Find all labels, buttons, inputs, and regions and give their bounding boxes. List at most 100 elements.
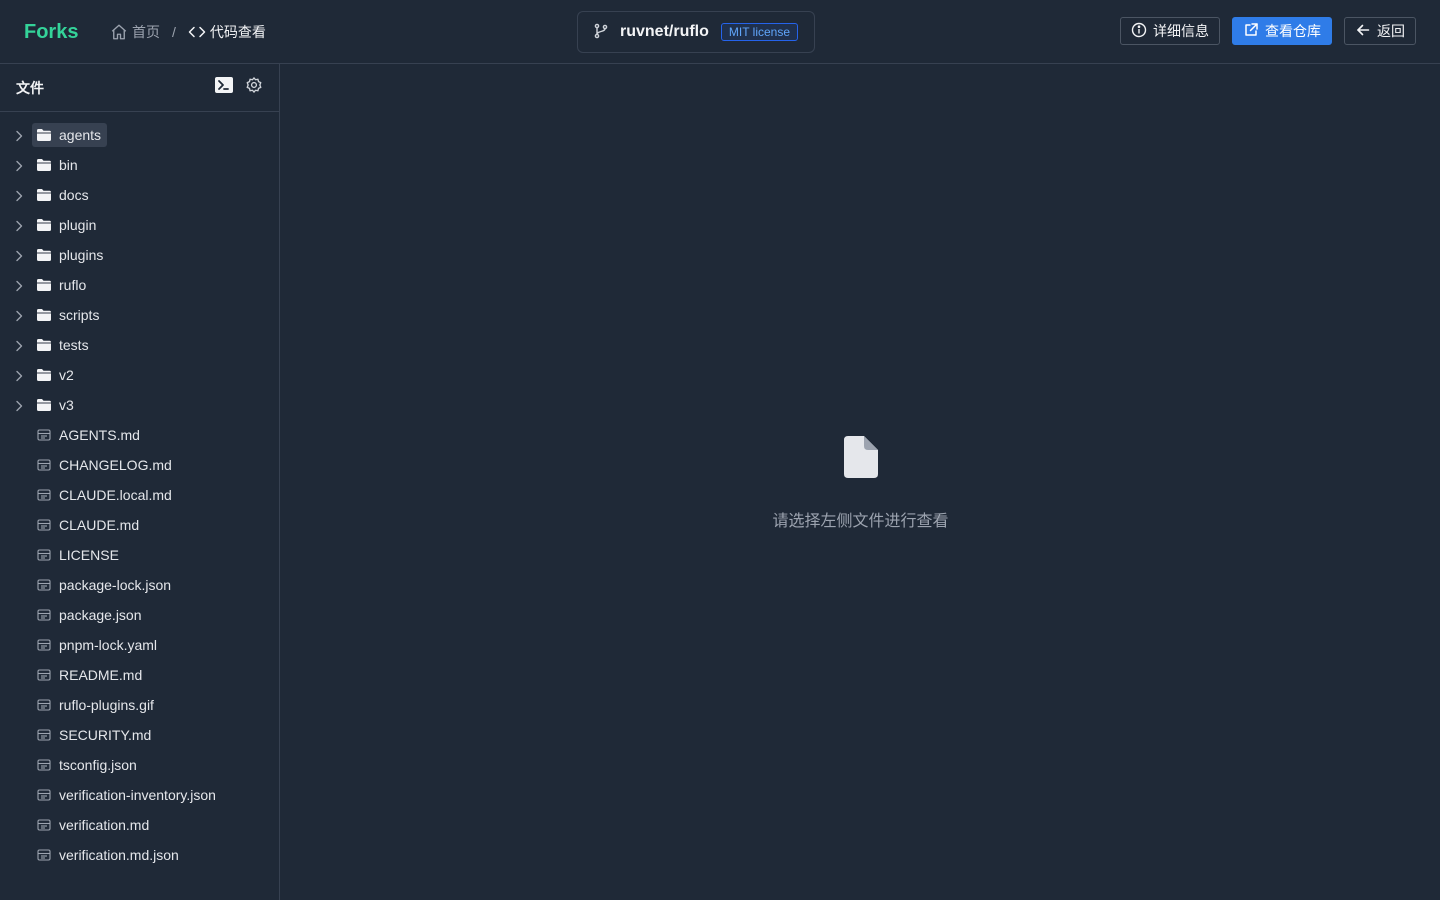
- tree-item-label: agents: [59, 127, 102, 143]
- folder-icon: [37, 249, 51, 261]
- file-item[interactable]: tsconfig.json: [0, 750, 279, 780]
- chevron-right-icon[interactable]: [14, 309, 24, 325]
- chevron-right-icon[interactable]: [14, 399, 24, 415]
- folder-icon: [37, 279, 51, 291]
- folder-item[interactable]: v3: [0, 390, 279, 420]
- file-icon: [37, 789, 51, 801]
- file-item[interactable]: README.md: [0, 660, 279, 690]
- tree-item-content[interactable]: CLAUDE.local.md: [32, 483, 178, 507]
- file-icon: [37, 639, 51, 651]
- folder-item[interactable]: plugins: [0, 240, 279, 270]
- tree-item-content[interactable]: README.md: [32, 663, 148, 687]
- folder-item[interactable]: ruflo: [0, 270, 279, 300]
- tree-item-label: pnpm-lock.yaml: [59, 637, 158, 653]
- tree-item-content[interactable]: CHANGELOG.md: [32, 453, 178, 477]
- tree-item-content[interactable]: scripts: [32, 303, 105, 327]
- arrow-left-icon: [1355, 22, 1371, 41]
- folder-item[interactable]: tests: [0, 330, 279, 360]
- file-item[interactable]: LICENSE: [0, 540, 279, 570]
- file-item[interactable]: CLAUDE.local.md: [0, 480, 279, 510]
- file-icon: [37, 699, 51, 711]
- chevron-right-icon[interactable]: [14, 339, 24, 355]
- chevron-right-icon[interactable]: [14, 129, 24, 145]
- tree-item-content[interactable]: plugin: [32, 213, 102, 237]
- tree-item-content[interactable]: AGENTS.md: [32, 423, 146, 447]
- tree-item-content[interactable]: LICENSE: [32, 543, 125, 567]
- file-icon: [37, 489, 51, 501]
- tree-item-content[interactable]: package-lock.json: [32, 573, 177, 597]
- breadcrumb-home-label: 首页: [132, 24, 160, 40]
- file-item[interactable]: AGENTS.md: [0, 420, 279, 450]
- folder-icon: [37, 369, 51, 381]
- tree-item-content[interactable]: docs: [32, 183, 95, 207]
- chevron-right-icon[interactable]: [14, 219, 24, 235]
- folder-item[interactable]: plugin: [0, 210, 279, 240]
- tree-item-content[interactable]: v2: [32, 363, 80, 387]
- tree-item-label: plugin: [59, 217, 97, 233]
- folder-icon: [37, 399, 51, 411]
- file-item[interactable]: package-lock.json: [0, 570, 279, 600]
- tree-item-content[interactable]: verification.md: [32, 813, 155, 837]
- breadcrumb: 首页 / 代码查看: [110, 22, 266, 42]
- gear-icon[interactable]: [245, 76, 263, 97]
- tree-item-content[interactable]: v3: [32, 393, 80, 417]
- tree-item-content[interactable]: SECURITY.md: [32, 723, 157, 747]
- back-button[interactable]: 返回: [1344, 17, 1416, 45]
- folder-item[interactable]: bin: [0, 150, 279, 180]
- tree-item-label: AGENTS.md: [59, 427, 140, 443]
- tree-item-label: CHANGELOG.md: [59, 457, 172, 473]
- external-link-icon: [1243, 22, 1259, 41]
- chevron-right-icon[interactable]: [14, 369, 24, 385]
- view-repo-button[interactable]: 查看仓库: [1232, 17, 1332, 45]
- file-item[interactable]: verification.md: [0, 810, 279, 840]
- tree-item-content[interactable]: pnpm-lock.yaml: [32, 633, 163, 657]
- tree-item-label: package.json: [59, 607, 142, 623]
- app-logo[interactable]: Forks: [24, 20, 78, 44]
- breadcrumb-home[interactable]: 首页: [110, 22, 160, 42]
- tree-item-content[interactable]: ruflo: [32, 273, 92, 297]
- folder-item[interactable]: docs: [0, 180, 279, 210]
- license-badge: MIT license: [720, 23, 799, 41]
- tree-item-label: package-lock.json: [59, 577, 172, 593]
- tree-item-content[interactable]: plugins: [32, 243, 109, 267]
- tree-item-label: bin: [59, 157, 78, 173]
- file-item[interactable]: CHANGELOG.md: [0, 450, 279, 480]
- chevron-right-icon[interactable]: [14, 249, 24, 265]
- folder-item[interactable]: scripts: [0, 300, 279, 330]
- tree-item-content[interactable]: CLAUDE.md: [32, 513, 145, 537]
- file-item[interactable]: ruflo-plugins.gif: [0, 690, 279, 720]
- folder-item[interactable]: v2: [0, 360, 279, 390]
- tree-item-label: verification.md.json: [59, 847, 179, 863]
- tree-item-content[interactable]: verification-inventory.json: [32, 783, 222, 807]
- file-item[interactable]: package.json: [0, 600, 279, 630]
- tree-item-content[interactable]: verification.md.json: [32, 843, 185, 867]
- tree-item-label: verification-inventory.json: [59, 787, 216, 803]
- file-item[interactable]: CLAUDE.md: [0, 510, 279, 540]
- chevron-right-icon[interactable]: [14, 279, 24, 295]
- tree-item-label: tsconfig.json: [59, 757, 137, 773]
- tree-item-content[interactable]: tsconfig.json: [32, 753, 143, 777]
- folder-icon: [37, 219, 51, 231]
- tree-item-content[interactable]: tests: [32, 333, 95, 357]
- code-icon: [188, 23, 206, 41]
- file-item[interactable]: verification-inventory.json: [0, 780, 279, 810]
- terminal-icon[interactable]: [215, 77, 233, 96]
- info-icon: [1131, 22, 1147, 41]
- tree-item-content[interactable]: ruflo-plugins.gif: [32, 693, 160, 717]
- details-button[interactable]: 详细信息: [1120, 17, 1220, 45]
- chevron-right-icon[interactable]: [14, 189, 24, 205]
- file-item[interactable]: verification.md.json: [0, 840, 279, 870]
- tree-item-content[interactable]: agents: [32, 123, 108, 147]
- folder-item[interactable]: agents: [0, 120, 279, 150]
- folder-icon: [37, 339, 51, 351]
- tree-item-content[interactable]: package.json: [32, 603, 148, 627]
- repo-info: ruvnet/ruflo MIT license: [577, 11, 815, 53]
- file-item[interactable]: pnpm-lock.yaml: [0, 630, 279, 660]
- chevron-right-icon[interactable]: [14, 159, 24, 175]
- file-item[interactable]: SECURITY.md: [0, 720, 279, 750]
- file-icon: [37, 429, 51, 441]
- sidebar-header: 文件: [0, 64, 279, 112]
- tree-item-content[interactable]: bin: [32, 153, 84, 177]
- home-icon: [110, 23, 128, 41]
- tree-item-label: ruflo-plugins.gif: [59, 697, 154, 713]
